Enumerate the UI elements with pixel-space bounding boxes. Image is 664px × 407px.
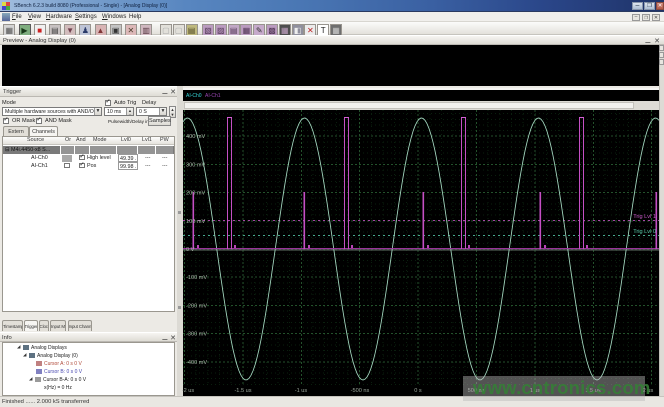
svg-text:100 mV: 100 mV	[186, 219, 206, 225]
svg-text:300 mV: 300 mV	[186, 162, 206, 168]
svg-text:Trig Lvl 1: Trig Lvl 1	[633, 214, 656, 220]
svg-text:Trig Lvl 0: Trig Lvl 0	[633, 229, 656, 235]
svg-text:0 V: 0 V	[186, 247, 195, 253]
svg-text:-400 mV: -400 mV	[186, 360, 207, 366]
svg-text:-300 mV: -300 mV	[186, 332, 207, 338]
svg-text:400 mV: 400 mV	[186, 134, 206, 140]
svg-text:200 mV: 200 mV	[186, 191, 206, 197]
svg-text:-200 mV: -200 mV	[186, 303, 207, 309]
svg-text:-100 mV: -100 mV	[186, 275, 207, 281]
